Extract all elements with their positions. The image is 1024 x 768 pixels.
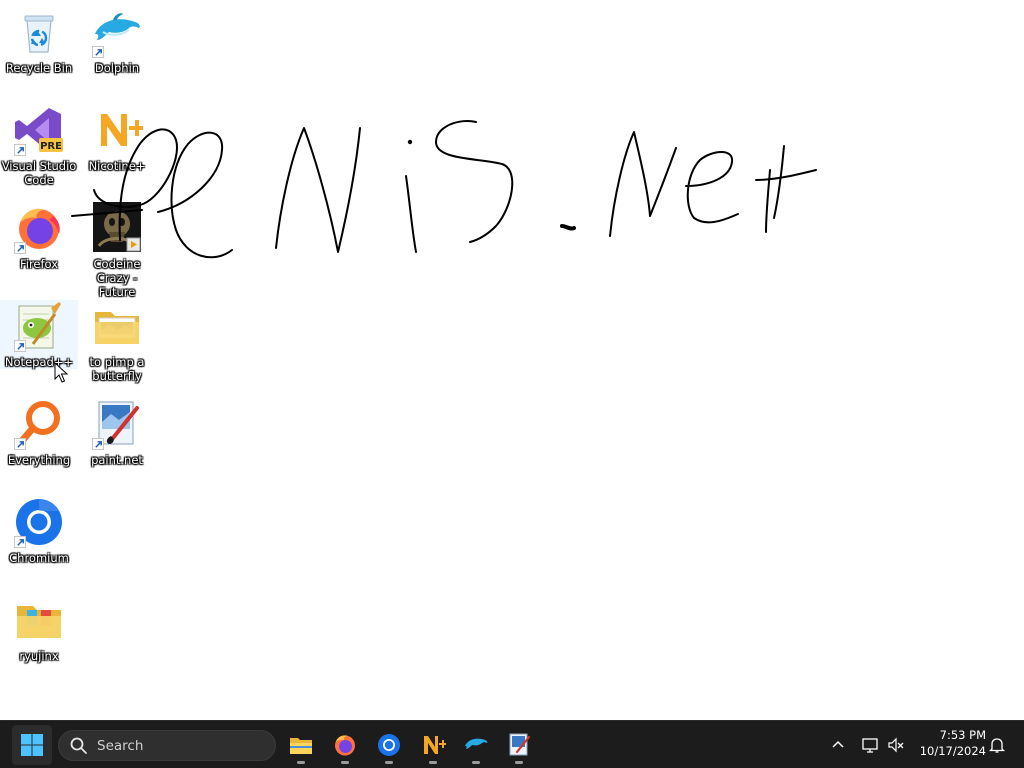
taskbar-search-box[interactable]: Search: [58, 730, 276, 761]
paint-net-icon: [509, 733, 531, 756]
recycle-bin-desktop-icon[interactable]: Recycle Bin: [0, 6, 78, 75]
dolphin-icon: [91, 6, 143, 58]
clock-time: 7:53 PM: [939, 728, 986, 742]
windows-logo-icon: [21, 734, 43, 756]
pre-badge: PRE: [40, 141, 62, 152]
ryujinx-desktop-icon[interactable]: ryujinx: [0, 594, 78, 663]
notepad-plus-plus-desktop-icon[interactable]: Notepad++: [0, 300, 78, 369]
dolphin-desktop-icon[interactable]: Dolphin: [78, 6, 156, 75]
chromium-desktop-icon[interactable]: Chromium: [0, 496, 78, 565]
visual-studio-code-desktop-icon[interactable]: PRE Visual Studio Code: [0, 104, 78, 187]
to-pimp-a-butterfly-label: to pimp a butterfly: [89, 355, 145, 383]
folder-icon: [13, 594, 65, 646]
visual-studio-code-label: Visual Studio Code: [1, 159, 77, 187]
folder-icon: [91, 300, 143, 352]
shortcut-arrow-icon: [92, 438, 104, 450]
start-button[interactable]: [12, 725, 52, 765]
everything-desktop-icon[interactable]: Everything: [0, 398, 78, 467]
everything-label: Everything: [7, 453, 71, 467]
shortcut-arrow-icon: [14, 144, 26, 156]
notepad-plus-plus-icon: [13, 300, 65, 352]
chromium-icon: [378, 734, 400, 756]
volume-tray-icon[interactable]: [884, 721, 908, 768]
taskbar-chromium[interactable]: [369, 725, 409, 765]
taskbar-file-explorer[interactable]: [281, 725, 321, 765]
chromium-label: Chromium: [9, 551, 69, 565]
ryujinx-label: ryujinx: [19, 649, 59, 663]
to-pimp-a-butterfly-desktop-icon[interactable]: to pimp a butterfly: [78, 300, 156, 383]
notifications-button[interactable]: [986, 721, 1008, 768]
taskbar-paint-net[interactable]: [499, 725, 539, 765]
everything-search-icon: [13, 398, 65, 450]
visual-studio-code-icon: PRE: [13, 104, 65, 156]
taskbar-nicotine[interactable]: [413, 725, 453, 765]
codeine-crazy-label: Codeine Crazy - Future: [93, 257, 141, 299]
network-icon: [862, 738, 878, 753]
taskbar-clock[interactable]: 7:53 PM 10/17/2024: [914, 727, 986, 763]
dolphin-label: Dolphin: [94, 61, 140, 75]
volume-muted-icon: [888, 737, 904, 753]
chevron-up-icon: [832, 740, 844, 748]
paint-net-desktop-icon[interactable]: paint.net: [78, 398, 156, 467]
notification-bell-icon: [988, 738, 1006, 753]
shortcut-arrow-icon: [14, 340, 26, 352]
firefox-desktop-icon[interactable]: Firefox: [0, 202, 78, 271]
paint-net-label: paint.net: [91, 453, 143, 467]
folder-icon: [290, 738, 312, 754]
recycle-bin-icon: [13, 6, 65, 58]
taskbar: Search 7:53 PM 10/17/2024: [0, 720, 1024, 768]
dolphin-icon: [465, 738, 488, 749]
chromium-icon: [13, 496, 65, 548]
desktop[interactable]: Recycle Bin Dolphin PRE Visual Studio Co…: [0, 0, 1024, 720]
shortcut-arrow-icon: [92, 46, 104, 58]
search-placeholder: Search: [97, 737, 144, 754]
firefox-icon: [335, 735, 355, 756]
mouse-cursor-icon: [54, 362, 68, 383]
firefox-label: Firefox: [19, 257, 59, 271]
nicotine-icon: [91, 104, 143, 156]
clock-date: 10/17/2024: [919, 744, 986, 758]
codeine-crazy-desktop-icon[interactable]: Codeine Crazy - Future: [78, 202, 156, 299]
music-file-icon: [91, 202, 143, 254]
show-hidden-icons-button[interactable]: [826, 721, 850, 768]
nicotine-label: Nicotine+: [88, 159, 146, 173]
taskbar-firefox[interactable]: [325, 725, 365, 765]
shortcut-arrow-icon: [14, 536, 26, 548]
taskbar-dolphin[interactable]: [456, 725, 496, 765]
shortcut-arrow-icon: [14, 242, 26, 254]
network-tray-icon[interactable]: [858, 721, 882, 768]
firefox-icon: [13, 202, 65, 254]
nicotine-desktop-icon[interactable]: Nicotine+: [78, 104, 156, 173]
shortcut-arrow-icon: [14, 438, 26, 450]
nicotine-icon: [424, 736, 446, 754]
search-icon: [70, 737, 87, 754]
paint-net-icon: [91, 398, 143, 450]
recycle-bin-label: Recycle Bin: [5, 61, 73, 75]
